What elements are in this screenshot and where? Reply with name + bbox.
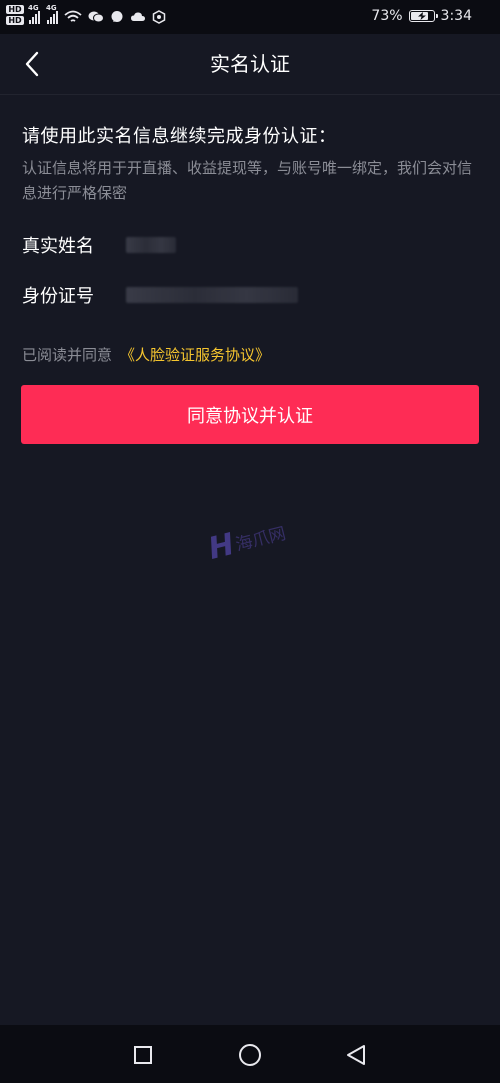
- section-description: 认证信息将用于开直播、收益提现等，与账号唯一绑定，我们会对信息进行严格保密: [22, 159, 473, 202]
- status-bar: HD HD 4G 4G 73% 3:34: [0, 0, 500, 34]
- back-triangle-icon[interactable]: [342, 1041, 370, 1069]
- chat-bubble-icon: [88, 10, 104, 24]
- id-number-field: 身份证号: [22, 280, 298, 310]
- id-number-label: 身份证号: [22, 286, 94, 307]
- network-type-1: 4G: [28, 4, 39, 12]
- recent-apps-square-icon[interactable]: [129, 1041, 157, 1069]
- home-circle-icon[interactable]: [236, 1041, 264, 1069]
- real-name-value-redacted: [126, 237, 176, 253]
- wifi-icon: [64, 10, 82, 24]
- network-type-2: 4G: [46, 4, 57, 12]
- cloud-icon: [130, 11, 146, 23]
- back-chevron-icon[interactable]: [18, 50, 46, 78]
- real-name-label: 真实姓名: [22, 236, 94, 257]
- agreement-link[interactable]: 《人脸验证服务协议》: [120, 344, 270, 365]
- status-right-icons: 73% 3:34: [371, 8, 472, 24]
- hd-badge-bottom: HD: [6, 16, 24, 25]
- watermark-text: 海爪网: [233, 523, 288, 556]
- agreement-row: 已阅读并同意 《人脸验证服务协议》: [22, 344, 270, 365]
- chat-icon: [110, 10, 124, 24]
- nav-header: 实名认证: [0, 34, 500, 95]
- id-number-value-redacted: [126, 287, 298, 303]
- hd-indicators: HD HD: [6, 5, 24, 25]
- clock: 3:34: [440, 8, 472, 24]
- signal-1-icon: 4G: [28, 4, 40, 24]
- system-navigation-bar: [0, 1025, 500, 1083]
- signal-2-icon: 4G: [46, 4, 58, 24]
- status-left-icons: 4G 4G: [28, 4, 166, 27]
- shield-icon: [152, 10, 166, 24]
- agreement-prefix: 已阅读并同意: [22, 346, 113, 364]
- hd-badge-top: HD: [6, 5, 24, 14]
- agree-and-verify-button[interactable]: 同意协议并认证: [21, 385, 479, 444]
- real-name-field: 真实姓名: [22, 230, 176, 260]
- section-heading: 请使用此实名信息继续完成身份认证：: [22, 126, 337, 147]
- charging-icon: [417, 12, 426, 20]
- battery-percent: 73%: [371, 8, 403, 24]
- page-title: 实名认证: [210, 52, 290, 76]
- watermark: H 海爪网: [205, 514, 289, 567]
- battery-icon: [408, 10, 438, 22]
